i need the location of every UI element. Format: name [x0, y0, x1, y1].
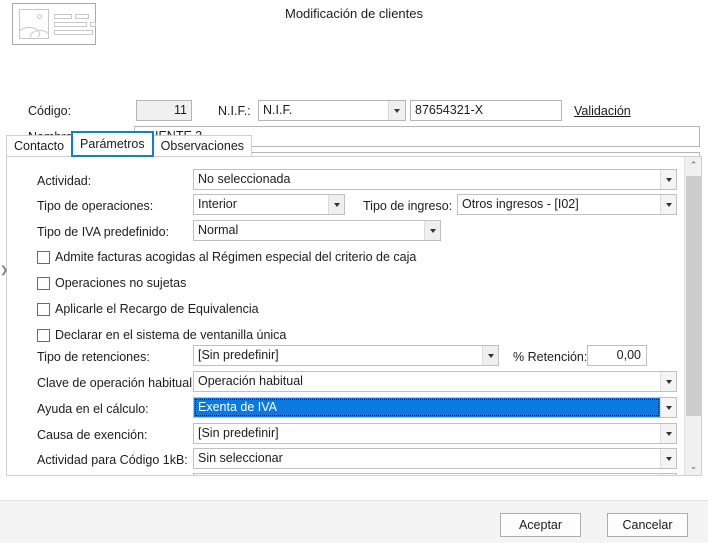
causa-exencion-label: Causa de exención: — [37, 428, 148, 442]
tab-parametros[interactable]: Parámetros — [71, 131, 154, 157]
chevron-down-icon: ⌄ — [689, 461, 698, 471]
ayuda-calculo-value: Exenta de IVA — [194, 398, 660, 417]
checkbox-operaciones-no-sujetas[interactable]: Operaciones no sujetas — [37, 276, 186, 290]
tipo-retenciones-select[interactable]: [Sin predefinir] — [193, 345, 499, 366]
actividad-label: Actividad: — [37, 174, 92, 188]
tipo-ingreso-value: Otros ingresos - [I02] — [462, 197, 579, 211]
checkbox-box[interactable] — [37, 328, 50, 342]
pct-retencion-label: % Retención: — [513, 350, 588, 364]
checkbox-box[interactable] — [37, 302, 50, 316]
checkbox-label: Declarar en el sistema de ventanilla úni… — [55, 328, 287, 342]
client-modification-dialog: Modificación de clientes Código: 11 N.I.… — [0, 0, 708, 543]
tab-strip: Contacto Parámetros Observaciones — [6, 131, 253, 157]
actividad-value: No seleccionada — [198, 172, 291, 186]
codigo-field[interactable]: 11 — [136, 100, 192, 121]
tipo-operaciones-label: Tipo de operaciones: — [37, 199, 154, 213]
validacion-link[interactable]: Validación — [574, 104, 631, 118]
pct-retencion-field[interactable]: 0,00 — [587, 345, 647, 366]
cancel-button[interactable]: Cancelar — [607, 513, 688, 537]
nif-label: N.I.F.: — [218, 104, 251, 118]
chevron-down-icon — [328, 195, 344, 214]
clave-operacion-select[interactable]: Operación habitual — [193, 371, 677, 392]
chevron-down-icon — [660, 449, 676, 468]
chevron-down-icon — [660, 398, 676, 417]
tipo-operaciones-value: Interior — [198, 197, 237, 211]
dialog-footer: Aceptar Cancelar — [0, 500, 708, 543]
causa-exencion-select[interactable]: [Sin predefinir] — [193, 423, 677, 444]
left-edge-expander[interactable]: ❯ — [0, 262, 8, 278]
chevron-down-icon — [388, 101, 405, 120]
causa-exencion-value: [Sin predefinir] — [198, 426, 279, 440]
tipo-retenciones-value: [Sin predefinir] — [198, 348, 279, 362]
tipo-ingreso-label: Tipo de ingreso: — [363, 199, 453, 213]
clave-intracomunitaria-value: [Sin predefinir] — [194, 474, 660, 475]
ayuda-calculo-label: Ayuda en el cálculo: — [37, 402, 149, 416]
checkbox-recargo-equivalencia[interactable]: Aplicarle el Recargo de Equivalencia — [37, 302, 259, 316]
chevron-down-icon — [424, 221, 440, 240]
tipo-ingreso-select[interactable]: Otros ingresos - [I02] — [457, 194, 677, 215]
chevron-up-icon: ⌃ — [689, 160, 698, 170]
chevron-right-icon: ❯ — [0, 264, 9, 276]
tipo-iva-value: Normal — [198, 223, 239, 237]
checkbox-label: Operaciones no sujetas — [55, 276, 187, 290]
chevron-down-icon — [660, 474, 676, 475]
checkbox-regimen-caja[interactable]: Admite facturas acogidas al Régimen espe… — [37, 250, 416, 264]
actividad-1kb-select[interactable]: Sin seleccionar — [193, 448, 677, 469]
checkbox-box[interactable] — [37, 276, 50, 290]
nif-type-value: N.I.F. — [263, 103, 293, 117]
nif-type-select[interactable]: N.I.F. — [258, 100, 406, 121]
tipo-operaciones-select[interactable]: Interior — [193, 194, 345, 215]
identification-form: Código: 11 N.I.F.: N.I.F. 87654321-X Val… — [0, 48, 708, 173]
tab-contacto[interactable]: Contacto — [6, 135, 73, 157]
dialog-header: Modificación de clientes — [0, 0, 708, 48]
tipo-retenciones-label: Tipo de retenciones: — [37, 350, 150, 364]
codigo-label: Código: — [28, 104, 72, 118]
chevron-down-icon — [660, 372, 676, 391]
nif-value-field[interactable]: 87654321-X — [410, 100, 562, 121]
checkbox-label: Aplicarle el Recargo de Equivalencia — [55, 302, 259, 316]
accept-button[interactable]: Aceptar — [500, 513, 581, 537]
actividad-select[interactable]: No seleccionada — [193, 169, 677, 190]
scroll-down-button[interactable]: ⌄ — [685, 458, 701, 475]
checkbox-ventanilla-unica[interactable]: Declarar en el sistema de ventanilla úni… — [37, 328, 286, 342]
clave-intracomunitaria-select[interactable]: [Sin predefinir] — [193, 473, 677, 475]
ayuda-calculo-select[interactable]: Exenta de IVA — [193, 397, 677, 418]
checkbox-box[interactable] — [37, 250, 50, 264]
chevron-down-icon — [660, 170, 676, 189]
tipo-iva-label: Tipo de IVA predefinido: — [37, 225, 170, 239]
checkbox-label: Admite facturas acogidas al Régimen espe… — [55, 250, 417, 264]
parametros-panel: Actividad: No seleccionada Tipo de opera… — [6, 156, 702, 476]
panel-vertical-scrollbar[interactable]: ⌃ ⌄ — [684, 157, 701, 475]
actividad-1kb-label: Actividad para Código 1kB: — [37, 453, 188, 467]
scrollbar-thumb[interactable] — [686, 176, 701, 416]
tipo-iva-select[interactable]: Normal — [193, 220, 441, 241]
tab-observaciones[interactable]: Observaciones — [152, 135, 253, 157]
window-title: Modificación de clientes — [284, 6, 424, 21]
scroll-up-button[interactable]: ⌃ — [685, 157, 701, 174]
chevron-down-icon — [660, 424, 676, 443]
clave-operacion-label: Clave de operación habitual: — [37, 376, 196, 390]
chevron-down-icon — [482, 346, 498, 365]
parametros-content: Actividad: No seleccionada Tipo de opera… — [7, 157, 685, 475]
actividad-1kb-value: Sin seleccionar — [198, 451, 283, 465]
clave-operacion-value: Operación habitual — [198, 374, 303, 388]
chevron-down-icon — [660, 195, 676, 214]
